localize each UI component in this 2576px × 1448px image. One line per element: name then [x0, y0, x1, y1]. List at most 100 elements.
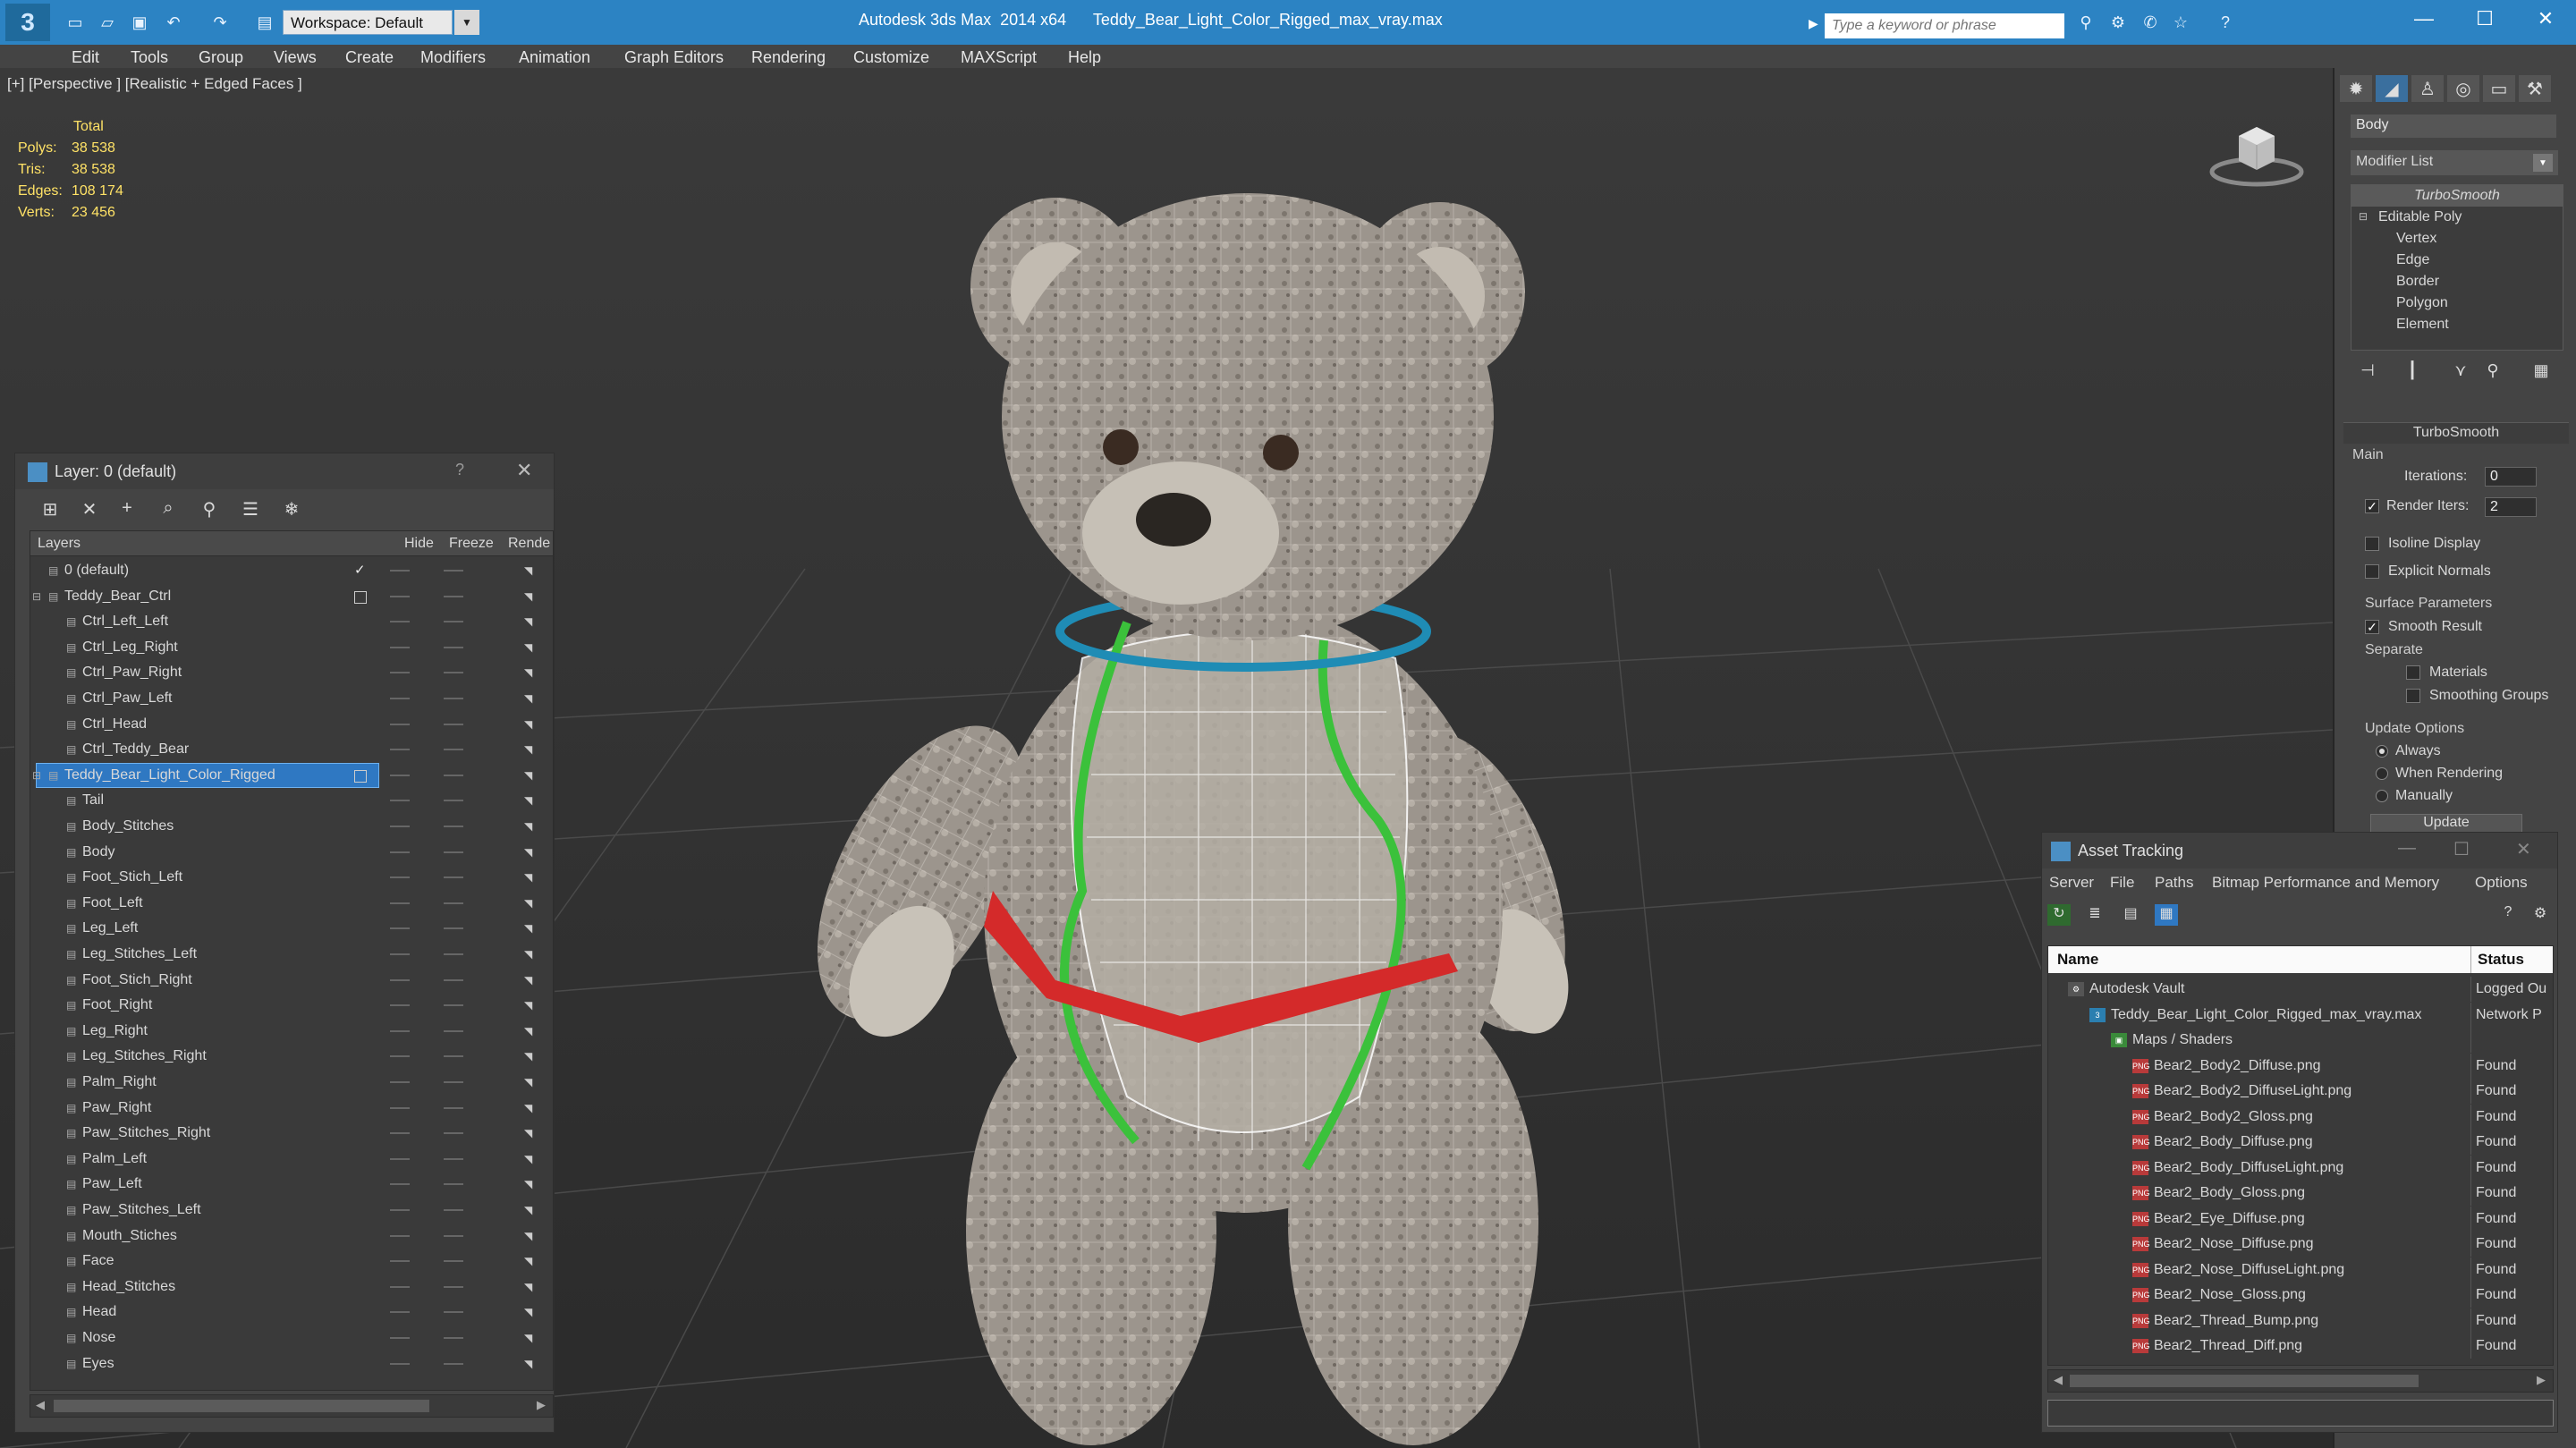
stack-item-element[interactable]: Element [2396, 314, 2449, 335]
layer-name[interactable]: Paw_Stitches_Right [82, 1125, 210, 1141]
layer-row[interactable]: ▤ Paw_Right ◥ [30, 1096, 553, 1121]
configure-modifier-sets-icon[interactable]: ▦ [2529, 361, 2553, 383]
asset-row[interactable]: PNG Bear2_Body2_Gloss.png Found [2048, 1104, 2553, 1130]
render-teapot-icon[interactable]: ◥ [524, 564, 538, 577]
render-teapot-icon[interactable]: ◥ [524, 769, 538, 782]
hide-toggle[interactable] [390, 927, 410, 930]
freeze-toggle[interactable] [444, 953, 463, 955]
hide-toggle[interactable] [390, 1029, 410, 1032]
layer-name[interactable]: Foot_Right [82, 997, 152, 1013]
asset-name[interactable]: Bear2_Body_Diffuse.png [2154, 1134, 2313, 1150]
layer-name[interactable]: Teddy_Bear_Ctrl [64, 589, 171, 605]
render-teapot-icon[interactable]: ◥ [524, 1076, 538, 1088]
layer-name[interactable]: Paw_Left [82, 1176, 142, 1192]
asset-name[interactable]: Bear2_Body2_Diffuse.png [2154, 1058, 2321, 1074]
asset-row[interactable]: PNG Bear2_Thread_Bump.png Found [2048, 1308, 2553, 1334]
asset-name[interactable]: Bear2_Nose_Gloss.png [2154, 1287, 2306, 1303]
layer-name[interactable]: Foot_Left [82, 895, 143, 911]
layer-name[interactable]: Ctrl_Paw_Left [82, 690, 173, 707]
render-teapot-icon[interactable]: ◥ [524, 974, 538, 987]
freeze-toggle[interactable] [444, 595, 463, 597]
hide-toggle[interactable] [390, 876, 410, 879]
layer-dialog-titlebar[interactable]: Layer: 0 (default) ? ✕ [15, 453, 554, 489]
asset-row[interactable]: PNG Bear2_Eye_Diffuse.png Found [2048, 1206, 2553, 1232]
layer-name[interactable]: Ctrl_Teddy_Bear [82, 741, 189, 758]
hide-toggle[interactable] [390, 1209, 410, 1211]
freeze-toggle[interactable] [444, 749, 463, 751]
hide-toggle[interactable] [390, 723, 410, 725]
scroll-right-icon[interactable]: ▶ [2537, 1373, 2546, 1387]
freeze-toggle[interactable] [444, 698, 463, 699]
render-teapot-icon[interactable]: ◥ [524, 1306, 538, 1318]
menu-tools[interactable]: Tools [131, 48, 168, 67]
hide-toggle[interactable] [390, 1311, 410, 1314]
hide-toggle[interactable] [390, 774, 410, 776]
close-button[interactable]: ✕ [2516, 838, 2531, 860]
render-teapot-icon[interactable]: ◥ [524, 590, 538, 603]
render-teapot-icon[interactable]: ◥ [524, 1102, 538, 1114]
pin-stack-icon[interactable]: ⊣ [2356, 361, 2379, 383]
freeze-all-icon[interactable]: ❄ [280, 498, 303, 521]
layer-row[interactable]: ▤ Ctrl_Paw_Right ◥ [30, 660, 553, 685]
render-iters-checkbox[interactable]: ✓ [2365, 499, 2379, 513]
save-icon[interactable]: ▣ [127, 11, 152, 34]
subscription-icon[interactable]: ⚙ [2106, 11, 2131, 34]
render-teapot-icon[interactable]: ◥ [524, 615, 538, 628]
open-file-icon[interactable]: ▱ [95, 11, 120, 34]
table-view-icon[interactable]: ▦ [2155, 904, 2178, 926]
layer-name[interactable]: Foot_Stich_Left [82, 869, 182, 885]
layer-name[interactable]: Palm_Left [82, 1151, 147, 1167]
hide-toggle[interactable] [390, 978, 410, 981]
asset-row[interactable]: PNG Bear2_Body_DiffuseLight.png Found [2048, 1155, 2553, 1181]
highlight-layer-icon[interactable]: ⚲ [198, 498, 221, 521]
search-input[interactable] [1825, 13, 2064, 38]
layer-row[interactable]: ▤ Leg_Stitches_Right ◥ [30, 1044, 553, 1069]
create-layer-icon[interactable]: ⊞ [38, 498, 62, 521]
layer-row[interactable]: ▤ Palm_Right ◥ [30, 1070, 553, 1095]
freeze-toggle[interactable] [444, 1362, 463, 1365]
render-teapot-icon[interactable]: ◥ [524, 641, 538, 654]
current-layer-check-icon[interactable]: ✓ [354, 562, 367, 578]
layer-row[interactable]: ▤ Ctrl_Teddy_Bear ◥ [30, 737, 553, 762]
asset-name[interactable]: Bear2_Thread_Diff.png [2154, 1338, 2302, 1354]
hide-toggle[interactable] [390, 1106, 410, 1109]
workspace-dropdown[interactable]: Workspace: Default [283, 10, 453, 35]
hide-toggle[interactable] [390, 1132, 410, 1135]
project-folder-icon[interactable]: ▤ [252, 11, 277, 34]
layer-name[interactable]: Foot_Stich_Right [82, 972, 192, 988]
render-teapot-icon[interactable]: ◥ [524, 1230, 538, 1242]
freeze-toggle[interactable] [444, 672, 463, 674]
asset-row[interactable]: PNG Bear2_Body2_DiffuseLight.png Found [2048, 1079, 2553, 1104]
explicit-normals-checkbox[interactable] [2365, 564, 2379, 579]
hide-toggle[interactable] [390, 749, 410, 751]
render-teapot-icon[interactable]: ◥ [524, 666, 538, 679]
render-teapot-icon[interactable]: ◥ [524, 1127, 538, 1139]
set-current-layer-box[interactable] [354, 590, 367, 604]
asset-row[interactable]: PNG Bear2_Nose_Diffuse.png Found [2048, 1232, 2553, 1257]
layer-row[interactable]: ▤ Ctrl_Leg_Right ◥ [30, 635, 553, 660]
new-file-icon[interactable]: ▭ [63, 11, 88, 34]
stack-item-polygon[interactable]: Polygon [2396, 292, 2448, 314]
freeze-toggle[interactable] [444, 800, 463, 802]
freeze-toggle[interactable] [444, 1209, 463, 1211]
viewcube-icon[interactable] [2207, 118, 2306, 190]
hide-toggle[interactable] [390, 570, 410, 572]
column-hide[interactable]: Hide [404, 536, 434, 552]
asset-name[interactable]: Teddy_Bear_Light_Color_Rigged_max_vray.m… [2111, 1007, 2421, 1023]
modify-tab-icon[interactable]: ◢ [2376, 75, 2408, 102]
render-teapot-icon[interactable]: ◥ [524, 1178, 538, 1190]
render-teapot-icon[interactable]: ◥ [524, 897, 538, 910]
thumbnail-view-icon[interactable]: ▤ [2119, 904, 2142, 926]
layer-row[interactable]: ▤ Eyes ◥ [30, 1351, 553, 1376]
maximize-button[interactable]: ☐ [2458, 7, 2512, 34]
asset-row[interactable]: PNG Bear2_Body_Gloss.png Found [2048, 1181, 2553, 1206]
layer-name[interactable]: Face [82, 1253, 114, 1269]
always-radio[interactable] [2376, 745, 2388, 758]
asset-row[interactable]: PNG Bear2_Nose_DiffuseLight.png Found [2048, 1257, 2553, 1283]
chevron-down-icon[interactable]: ▼ [2533, 154, 2553, 172]
minimize-button[interactable]: — [2397, 7, 2451, 34]
layer-name[interactable]: Paw_Right [82, 1100, 151, 1116]
utilities-tab-icon[interactable]: ⚒ [2519, 75, 2551, 102]
asset-name[interactable]: Autodesk Vault [2089, 981, 2184, 997]
column-status[interactable]: Status [2478, 951, 2524, 969]
